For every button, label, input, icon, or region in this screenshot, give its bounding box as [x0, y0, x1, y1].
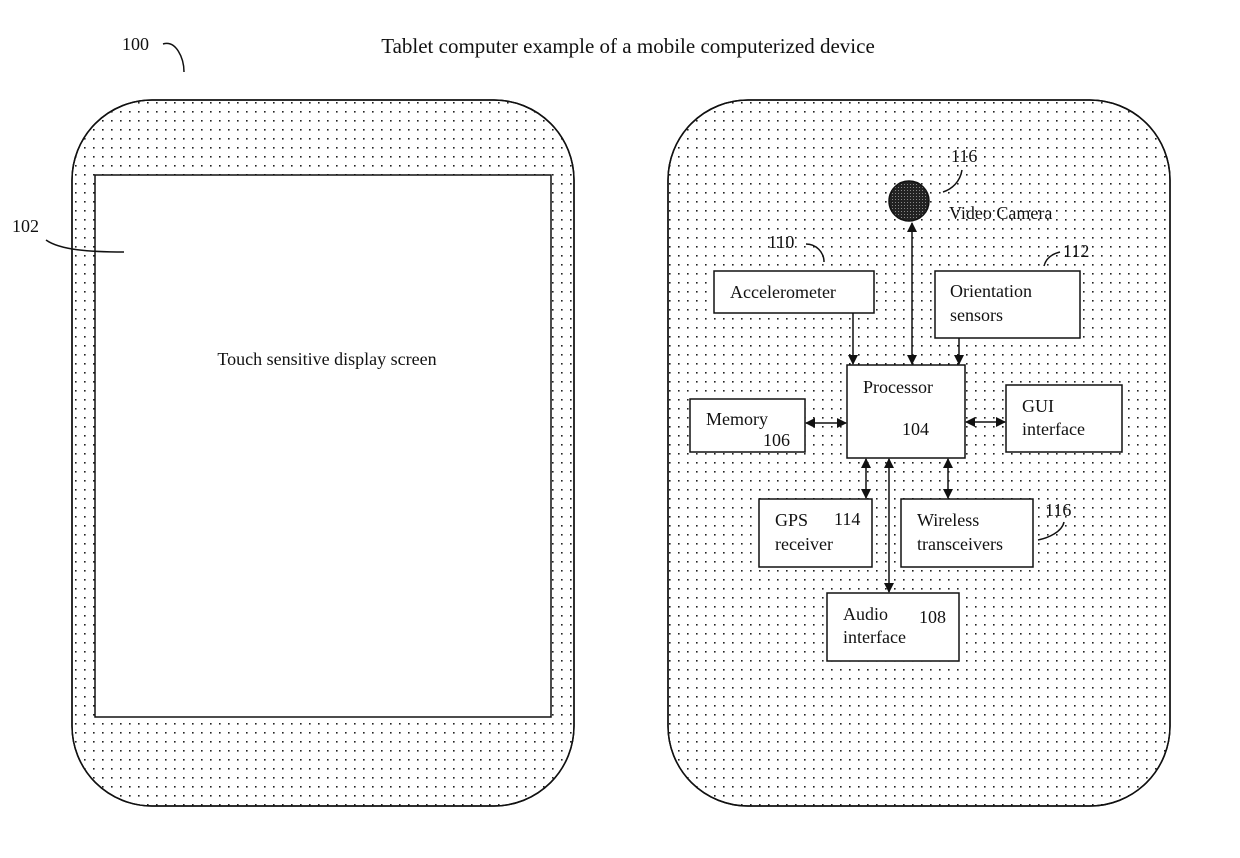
- camera-label: Video Camera: [949, 203, 1052, 223]
- gui-label-2: interface: [1022, 419, 1085, 439]
- patent-diagram: Tablet computer example of a mobile comp…: [12, 34, 1171, 807]
- audio-label-1: Audio: [843, 604, 888, 624]
- gps-label-1: GPS: [775, 510, 808, 530]
- audio-label-2: interface: [843, 627, 906, 647]
- processor-label: Processor: [863, 377, 933, 397]
- block-gui-interface: GUI interface: [1005, 384, 1123, 453]
- screen-label: Touch sensitive display screen: [217, 349, 436, 369]
- block-memory: Memory 106: [689, 398, 806, 453]
- diagram-title: Tablet computer example of a mobile comp…: [381, 34, 875, 58]
- accelerometer-label: Accelerometer: [730, 282, 836, 302]
- gui-label-1: GUI: [1022, 396, 1054, 416]
- audio-ref: 108: [919, 607, 946, 627]
- ref-device-leader: [162, 42, 185, 73]
- video-camera-icon: [888, 180, 930, 222]
- ref-screen: 102: [12, 216, 39, 236]
- ref-device: 100: [122, 34, 149, 54]
- block-orientation-sensors: Orientation sensors: [934, 270, 1081, 339]
- block-gps-receiver: GPS receiver 114: [758, 498, 873, 568]
- accelerometer-ref: 110: [768, 232, 794, 252]
- wireless-label-2: transceivers: [917, 534, 1003, 554]
- memory-label: Memory: [706, 409, 768, 429]
- block-audio-interface: Audio interface 108: [826, 592, 960, 662]
- wireless-label-1: Wireless: [917, 510, 979, 530]
- block-processor: Processor 104: [846, 364, 966, 459]
- processor-ref: 104: [902, 419, 929, 439]
- touch-display-screen[interactable]: [94, 174, 552, 718]
- gps-label-2: receiver: [775, 534, 833, 554]
- orientation-label-1: Orientation: [950, 281, 1032, 301]
- camera-ref: 116: [951, 146, 977, 166]
- memory-ref: 106: [763, 430, 790, 450]
- gps-ref: 114: [834, 509, 860, 529]
- block-accelerometer: Accelerometer: [713, 270, 875, 314]
- tablet-front: Touch sensitive display screen: [71, 99, 575, 807]
- block-wireless-transceivers: Wireless transceivers: [900, 498, 1034, 568]
- orientation-label-2: sensors: [950, 305, 1003, 325]
- orientation-ref: 112: [1063, 241, 1089, 261]
- wireless-ref: 116: [1045, 500, 1071, 520]
